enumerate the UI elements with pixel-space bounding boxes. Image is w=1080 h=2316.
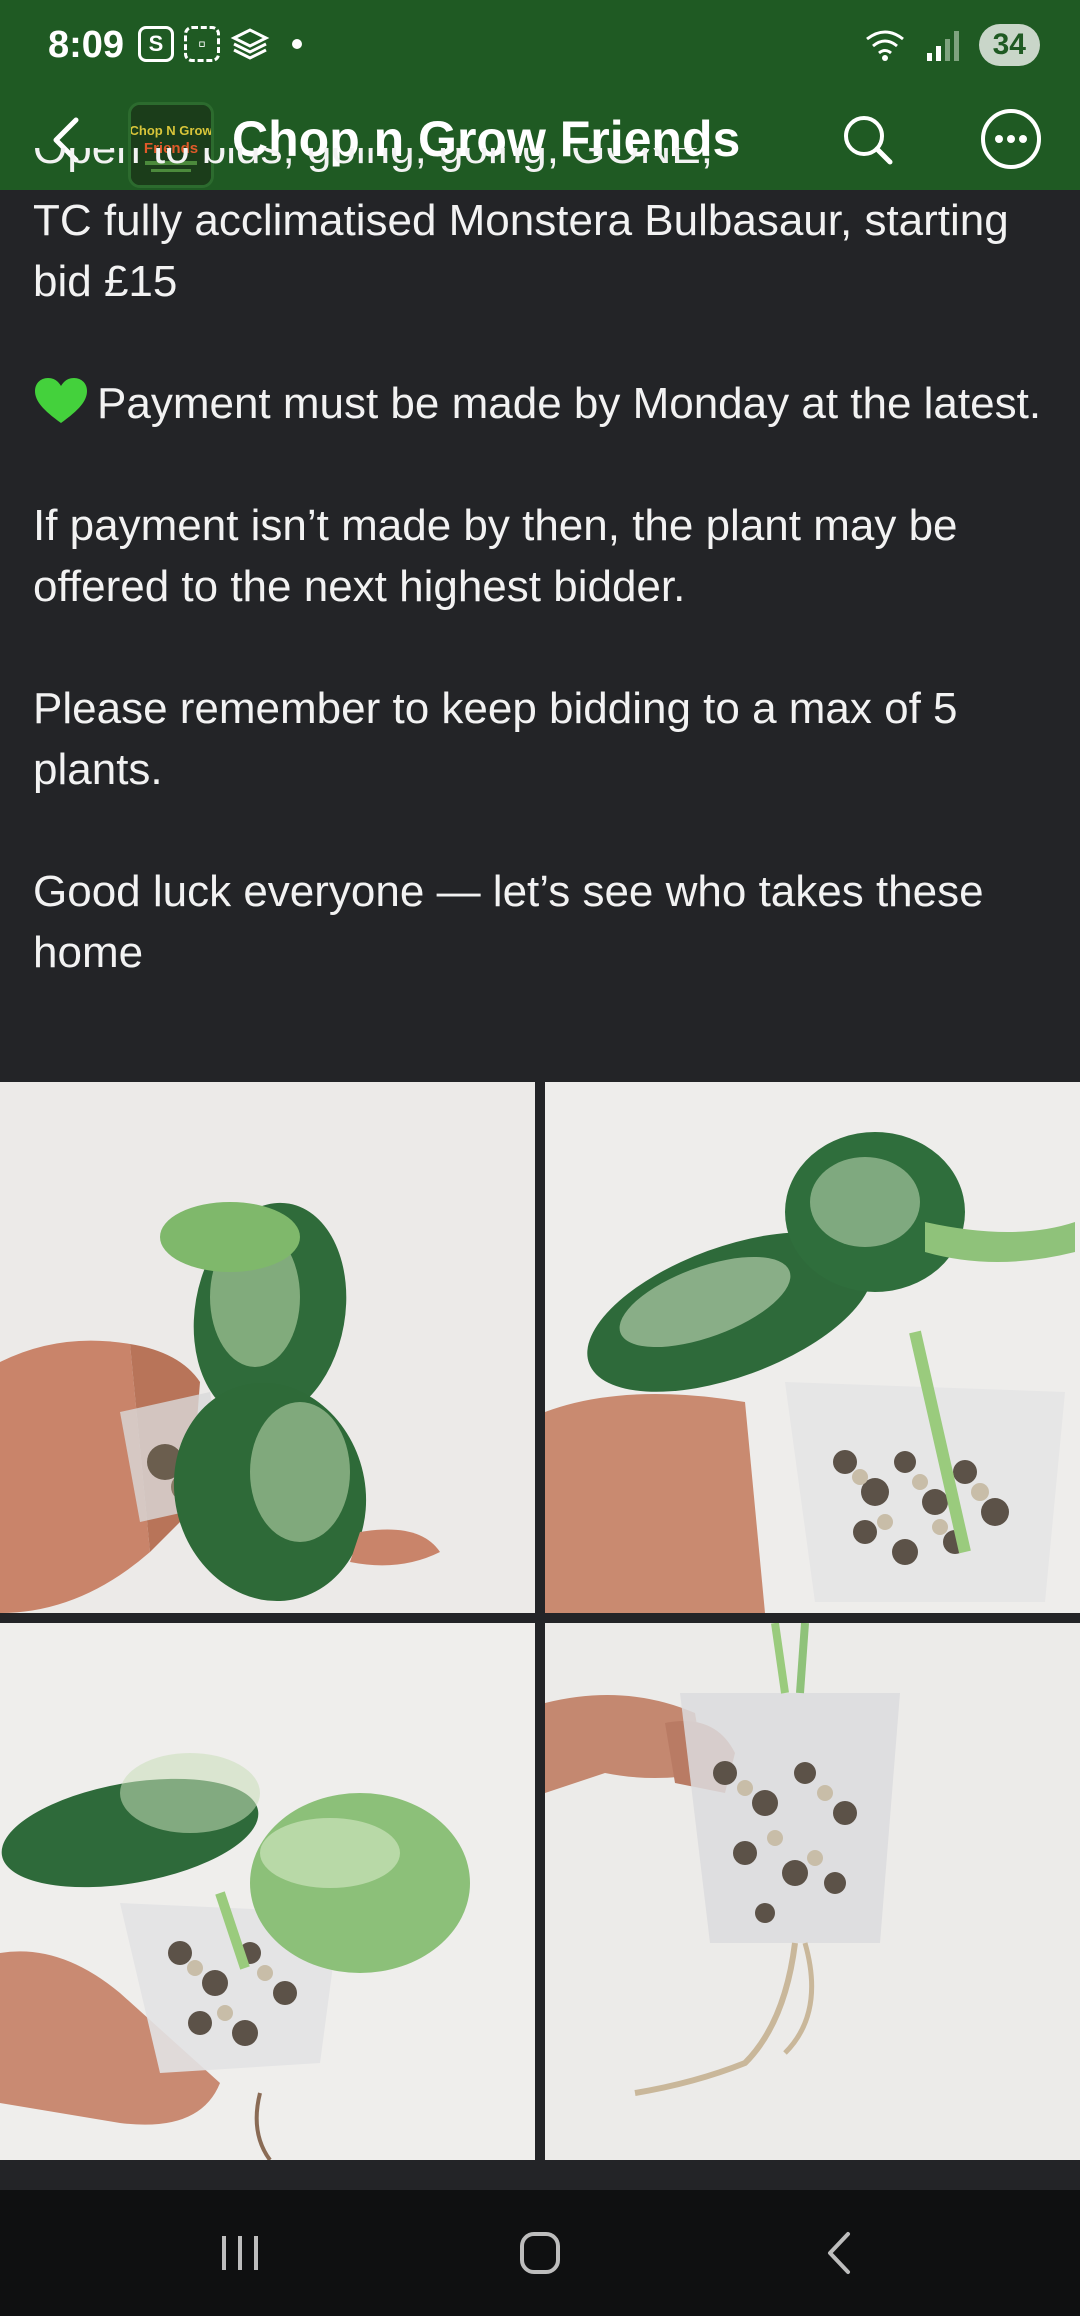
plant-photo-4[interactable] (545, 1623, 1080, 2160)
system-nav-bar (0, 2190, 1080, 2316)
plant-photo-1[interactable] (0, 1082, 535, 1613)
post-cut-line: Open to bids, going, going, GONE, (33, 148, 713, 173)
post-reminder: Please remember to keep bidding to a max… (33, 684, 958, 794)
status-bar: 8:09 S ▫ 34 (0, 0, 1080, 90)
post-body: TC fully acclimatised Monstera Bulbasaur… (33, 190, 1053, 1044)
post-offer: If payment isn’t made by then, the plant… (33, 501, 958, 611)
notification-dot (292, 39, 302, 49)
plant-photo-2[interactable] (545, 1082, 1080, 1613)
s-app-icon: S (138, 26, 174, 62)
status-right: 34 (863, 24, 1040, 66)
recent-apps-icon[interactable] (200, 2220, 280, 2286)
status-icons: S ▫ (138, 26, 302, 62)
home-icon[interactable] (500, 2220, 580, 2286)
payment-text: Payment must be made by Monday at the la… (97, 379, 1042, 428)
screenshot-icon: ▫ (184, 26, 220, 62)
post-line-listing: TC fully acclimatised Monstera Bulbasaur… (33, 196, 1009, 306)
post-payment: Payment must be made by Monday at the la… (33, 373, 1053, 434)
more-icon[interactable] (976, 104, 1046, 174)
search-icon[interactable] (836, 108, 900, 172)
signal-icon (926, 31, 959, 61)
wifi-icon (865, 30, 904, 61)
layers-icon (230, 28, 270, 60)
back-icon[interactable] (800, 2220, 880, 2286)
status-time: 8:09 (48, 24, 125, 66)
battery-indicator: 34 (978, 24, 1040, 66)
svg-text:Chop N Grow: Chop N Grow (131, 123, 211, 138)
green-heart-icon (35, 378, 87, 423)
plant-photo-3[interactable] (0, 1623, 535, 2160)
post-goodluck: Good luck everyone — let’s see who takes… (33, 867, 984, 977)
